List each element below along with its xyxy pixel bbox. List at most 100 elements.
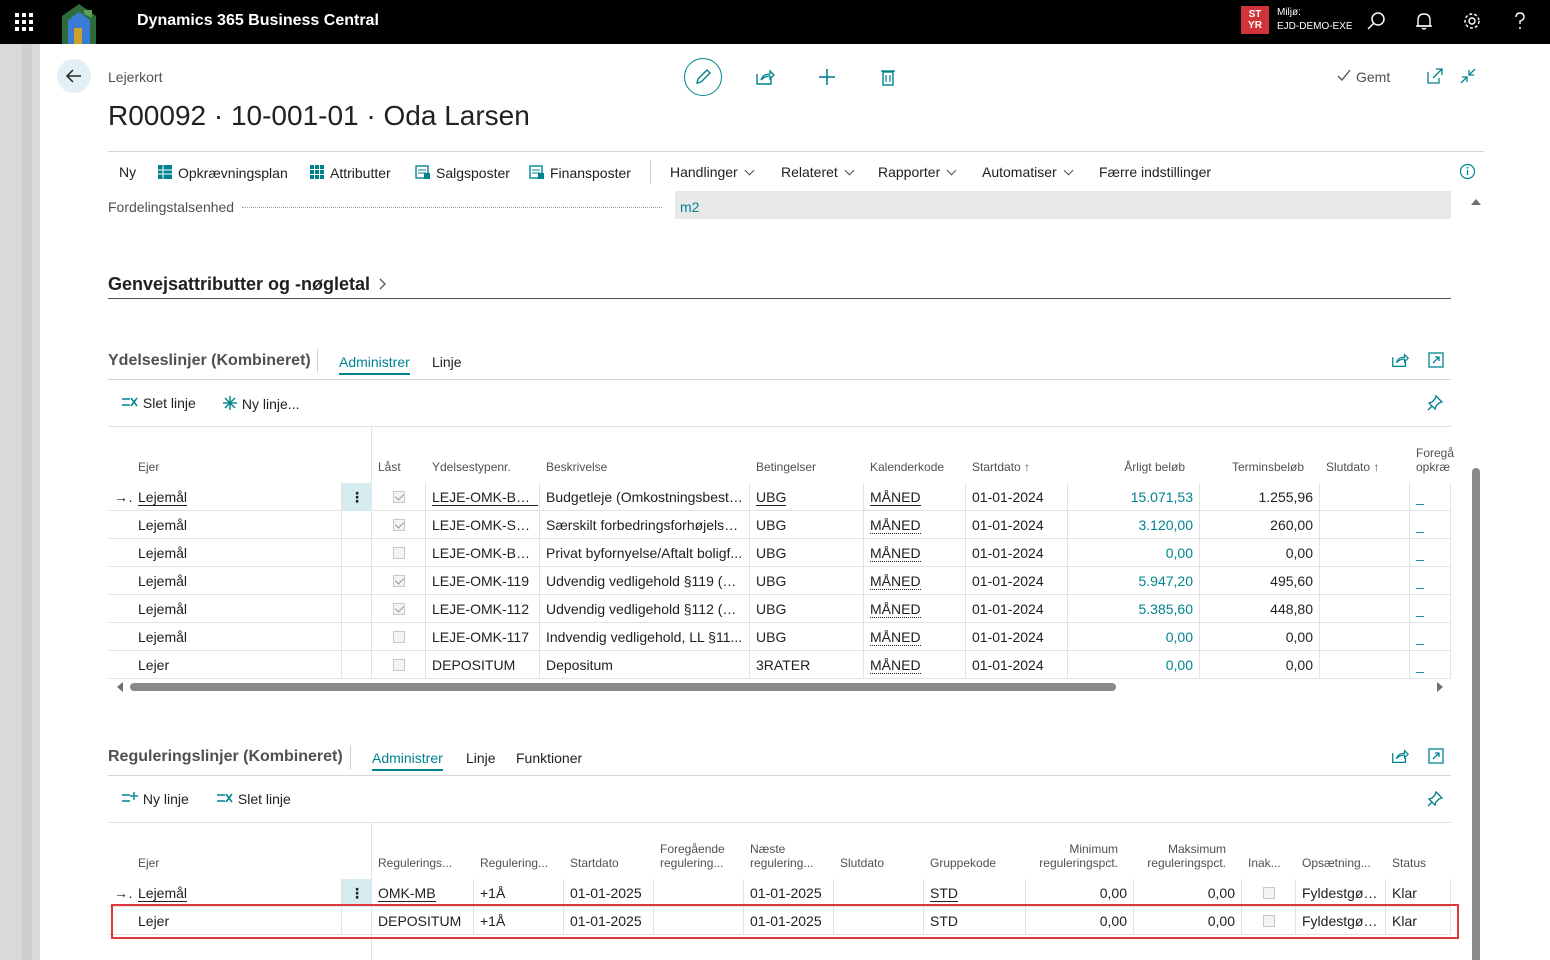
- cell-ejer[interactable]: Lejemål: [132, 623, 342, 651]
- environment-badge[interactable]: ST YR: [1241, 6, 1269, 34]
- table-row[interactable]: Lejemål LEJE-OMK-112 Udvendig vedligehold …: [108, 595, 1451, 623]
- cell-foregaaende-regulering[interactable]: [654, 879, 744, 907]
- info-icon[interactable]: [1459, 163, 1476, 180]
- cell-beskrivelse[interactable]: Særskilt forbedringsforhøjelse ...: [540, 511, 750, 539]
- cell-terminsbeloeb[interactable]: 260,00: [1200, 511, 1320, 539]
- open-new-window-icon[interactable]: [1425, 66, 1445, 86]
- cell-startdato[interactable]: 01-01-2024: [966, 623, 1068, 651]
- scroll-left-icon[interactable]: [116, 682, 124, 692]
- column-header-foregaaende-regulering[interactable]: Foregående regulering...: [660, 842, 725, 870]
- cell-laast[interactable]: [372, 567, 426, 595]
- cell-foregaaende[interactable]: _: [1410, 511, 1451, 539]
- cell-reguleringstype[interactable]: OMK-MB: [372, 879, 474, 907]
- scroll-right-icon[interactable]: [1436, 682, 1444, 692]
- cell-laast[interactable]: [372, 623, 426, 651]
- cell-aarligt-beloeb[interactable]: 15.071,53: [1068, 483, 1200, 511]
- cell-regulering[interactable]: +1Å: [474, 879, 564, 907]
- table-row[interactable]: Lejemål LEJE-OMK-SÆ... Særskilt forbedring…: [108, 511, 1451, 539]
- cell-ydelsestypenr[interactable]: LEJE-OMK-119: [426, 567, 540, 595]
- column-header-inaktiv[interactable]: Inak...: [1248, 856, 1281, 870]
- cell-foregaaende[interactable]: _: [1410, 539, 1451, 567]
- cell-slutdato[interactable]: [1320, 483, 1410, 511]
- cell-startdato[interactable]: 01-01-2024: [966, 483, 1068, 511]
- action-salgsposter[interactable]: Salgsposter: [415, 164, 510, 181]
- checkbox[interactable]: [392, 603, 405, 615]
- delete-icon[interactable]: [877, 66, 899, 88]
- share-icon[interactable]: [1390, 746, 1410, 766]
- cell-slutdato[interactable]: [1320, 539, 1410, 567]
- column-header-naeste-regulering[interactable]: Næste regulering...: [750, 842, 813, 870]
- menu-automatiser[interactable]: Automatiser: [982, 164, 1074, 180]
- section-genvejsattributter[interactable]: Genvejsattributter og -nøgletal: [108, 274, 387, 295]
- cell-ejer[interactable]: Lejemål: [132, 483, 342, 511]
- horizontal-scrollbar[interactable]: [108, 680, 1451, 694]
- expand-icon[interactable]: [1426, 350, 1446, 370]
- cell-kalenderkode[interactable]: MÅNED: [864, 539, 966, 567]
- add-icon[interactable]: [816, 66, 838, 88]
- menu-rapporter[interactable]: Rapporter: [878, 164, 957, 180]
- cell-laast[interactable]: [372, 511, 426, 539]
- menu-relateret[interactable]: Relateret: [781, 164, 855, 180]
- cell-startdato[interactable]: 01-01-2024: [966, 511, 1068, 539]
- cell-ejer[interactable]: Lejemål: [132, 567, 342, 595]
- cell-ydelsestypenr[interactable]: LEJE-OMK-117: [426, 623, 540, 651]
- column-header-ydelsestypenr[interactable]: Ydelsestypenr.: [432, 460, 511, 474]
- cell-startdato[interactable]: 01-01-2024: [966, 651, 1068, 679]
- cell-ydelsestypenr[interactable]: LEJE-OMK-BU...: [426, 483, 540, 511]
- cell-slutdato[interactable]: [1320, 623, 1410, 651]
- tab-linje[interactable]: Linje: [466, 750, 496, 766]
- cell-slutdato[interactable]: [1320, 511, 1410, 539]
- column-header-beskrivelse[interactable]: Beskrivelse: [546, 460, 607, 474]
- cell-ejer[interactable]: Lejemål: [132, 539, 342, 567]
- cell-aarligt-beloeb[interactable]: 5.947,20: [1068, 567, 1200, 595]
- cell-aarligt-beloeb[interactable]: 0,00: [1068, 651, 1200, 679]
- vertical-scrollbar[interactable]: [1468, 196, 1484, 960]
- column-header-status[interactable]: Status: [1392, 856, 1426, 870]
- cell-beskrivelse[interactable]: Depositum: [540, 651, 750, 679]
- cell-aarligt-beloeb[interactable]: 3.120,00: [1068, 511, 1200, 539]
- cell-foregaaende[interactable]: _: [1410, 483, 1451, 511]
- table-row[interactable]: Lejer DEPOSITUM Depositum 3RATER MÅNED 01-01-…: [108, 651, 1451, 679]
- checkbox[interactable]: [392, 659, 405, 671]
- cell-betingelser[interactable]: UBG: [750, 539, 864, 567]
- cell-laast[interactable]: [372, 539, 426, 567]
- cell-laast[interactable]: [372, 595, 426, 623]
- column-header-laast[interactable]: Låst: [378, 460, 401, 474]
- app-launcher-icon[interactable]: [15, 13, 33, 31]
- expand-icon[interactable]: [1426, 746, 1446, 766]
- row-menu-button[interactable]: ⋮: [342, 483, 372, 511]
- back-button[interactable]: [57, 59, 91, 93]
- edit-button[interactable]: [684, 58, 722, 96]
- cell-betingelser[interactable]: UBG: [750, 511, 864, 539]
- notification-bell-icon[interactable]: [1413, 10, 1435, 32]
- cell-foregaaende[interactable]: _: [1410, 623, 1451, 651]
- cell-beskrivelse[interactable]: Udvendig vedligehold §112 (O...: [540, 595, 750, 623]
- cell-startdato[interactable]: 01-01-2025: [564, 879, 654, 907]
- cell-terminsbeloeb[interactable]: 0,00: [1200, 651, 1320, 679]
- column-header-gruppekode[interactable]: Gruppekode: [930, 856, 996, 870]
- cell-foregaaende[interactable]: _: [1410, 651, 1451, 679]
- cell-terminsbeloeb[interactable]: 495,60: [1200, 567, 1320, 595]
- column-header-aarligt-beloeb[interactable]: Årligt beløb: [1070, 460, 1185, 474]
- cell-naeste-regulering[interactable]: 01-01-2025: [744, 879, 834, 907]
- cell-terminsbeloeb[interactable]: 0,00: [1200, 623, 1320, 651]
- cell-kalenderkode[interactable]: MÅNED: [864, 623, 966, 651]
- cell-ydelsestypenr[interactable]: DEPOSITUM: [426, 651, 540, 679]
- delete-line-button[interactable]: Slet linje: [216, 791, 291, 807]
- cell-beskrivelse[interactable]: Budgetleje (Omkostningsbeste...: [540, 483, 750, 511]
- menu-handlinger[interactable]: Handlinger: [670, 164, 755, 180]
- cell-foregaaende[interactable]: _: [1410, 595, 1451, 623]
- column-header-startdato[interactable]: Startdato: [570, 856, 619, 870]
- checkbox[interactable]: [392, 631, 405, 643]
- cell-ydelsestypenr[interactable]: LEJE-OMK-SÆ...: [426, 511, 540, 539]
- column-header-opsaetning[interactable]: Opsætning...: [1302, 856, 1371, 870]
- column-header-betingelser[interactable]: Betingelser: [756, 460, 816, 474]
- tab-linje[interactable]: Linje: [432, 354, 462, 370]
- share-icon[interactable]: [1390, 350, 1410, 370]
- scrollbar-thumb[interactable]: [130, 683, 1116, 691]
- pin-icon[interactable]: [1426, 790, 1444, 808]
- cell-kalenderkode[interactable]: MÅNED: [864, 595, 966, 623]
- cell-ydelsestypenr[interactable]: LEJE-OMK-112: [426, 595, 540, 623]
- cell-ejer[interactable]: Lejer: [132, 651, 342, 679]
- cell-laast[interactable]: [372, 483, 426, 511]
